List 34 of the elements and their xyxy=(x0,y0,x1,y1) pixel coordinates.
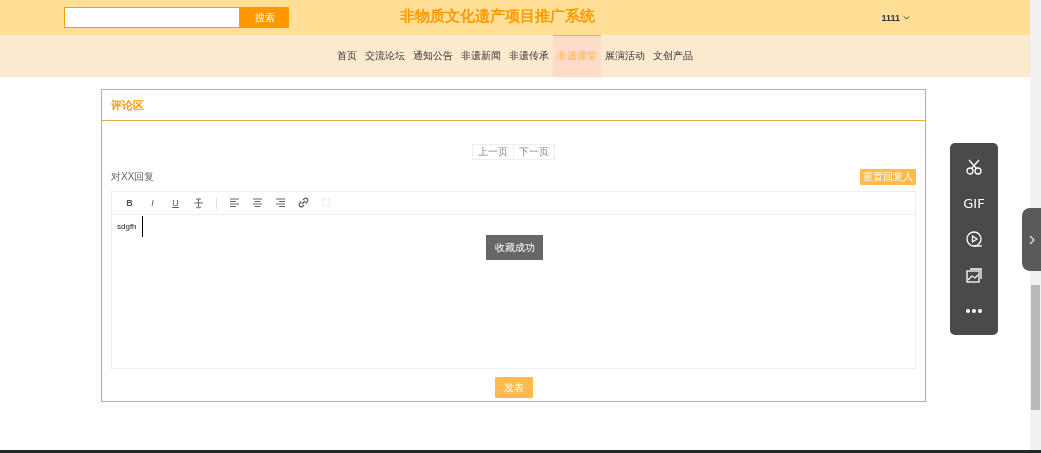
align-center-icon xyxy=(252,197,263,209)
chevron-right-icon xyxy=(1027,234,1036,245)
reply-label: 对XX回复 xyxy=(111,170,155,184)
expand-tab[interactable] xyxy=(1022,208,1041,271)
nav-tab[interactable]: 非遗新闻 xyxy=(457,35,505,77)
editor-text: sdgfh xyxy=(112,216,143,237)
nav-tab[interactable]: 交流论坛 xyxy=(361,35,409,77)
scissors-icon xyxy=(965,158,983,176)
search-field[interactable] xyxy=(64,7,240,28)
panel-title: 评论区 xyxy=(111,97,144,113)
align-left-icon xyxy=(229,197,240,209)
chevron-down-icon xyxy=(903,15,910,20)
align-right-icon xyxy=(275,197,286,209)
scrollbar-thumb[interactable] xyxy=(1031,285,1040,410)
nav-tab[interactable]: 通知公告 xyxy=(409,35,457,77)
link-icon xyxy=(298,197,309,209)
toast-message: 收藏成功 xyxy=(486,235,543,260)
play-circle-icon xyxy=(965,230,983,248)
pager-link[interactable]: 上一页 xyxy=(472,144,514,160)
nav-tab[interactable]: 展演活动 xyxy=(601,35,649,77)
italic-button[interactable]: I xyxy=(141,195,164,211)
nav-tab[interactable]: 首页 xyxy=(333,35,361,77)
site-title: 非物质文化遗产项目推广系统 xyxy=(400,7,595,26)
image-icon xyxy=(965,266,983,284)
gif-button[interactable]: GIF xyxy=(959,189,989,217)
rich-text-editor[interactable]: B I U sdgfh 收藏成功 xyxy=(111,191,916,369)
nav-tab[interactable]: 文创产品 xyxy=(649,35,697,77)
strikethrough-icon xyxy=(193,197,204,209)
nav-tab[interactable]: 非遗传承 xyxy=(505,35,553,77)
more-icon xyxy=(966,309,982,313)
underline-button[interactable]: U xyxy=(164,195,187,211)
user-menu[interactable]: 1111 xyxy=(881,12,910,23)
bold-button[interactable]: B xyxy=(118,195,141,211)
pager-link[interactable]: 下一页 xyxy=(514,144,555,160)
